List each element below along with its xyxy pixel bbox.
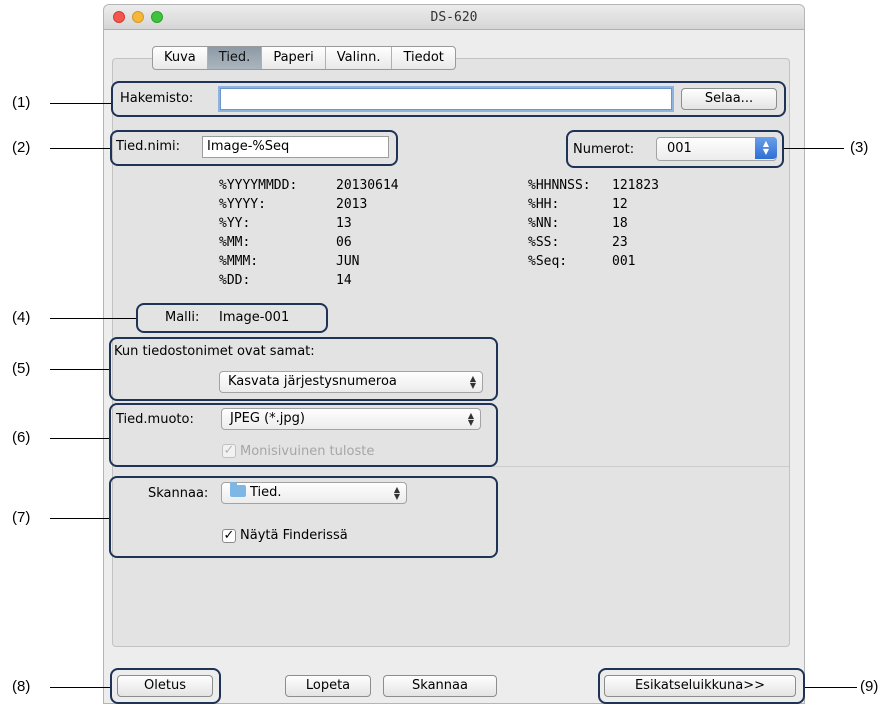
token-key: %YYYY: <box>219 197 266 212</box>
scan-button[interactable]: Skannaa <box>383 675 497 697</box>
format-label: Tied.muoto: <box>116 412 194 427</box>
folder-icon <box>230 482 246 497</box>
scan-to-value: Tied. <box>250 485 282 500</box>
callout-number: (5) <box>12 360 31 377</box>
filename-input[interactable]: Image-%Seq <box>202 136 389 158</box>
token-key: %DD: <box>219 273 251 288</box>
updown-arrows-icon: ▲ ▼ <box>393 485 400 501</box>
callout-leader <box>50 518 109 519</box>
browse-button[interactable]: Selaa... <box>681 88 777 110</box>
tab-kuva[interactable]: Kuva <box>153 47 208 69</box>
duplicate-select[interactable]: Kasvata järjestysnumeroa ▲ ▼ <box>219 371 483 393</box>
tab-paperi[interactable]: Paperi <box>262 47 326 69</box>
token-value: 121823 <box>612 178 659 193</box>
show-in-finder-checkbox[interactable]: ✓ <box>222 529 236 543</box>
token-value: 18 <box>612 216 628 231</box>
token-key: %MMM: <box>219 254 259 269</box>
title-bar[interactable]: DS-620 <box>104 5 804 30</box>
callout-leader <box>784 148 844 149</box>
callout-number: (4) <box>12 309 31 326</box>
callout-leader <box>50 687 110 688</box>
callout-number: (6) <box>12 429 31 446</box>
quit-button[interactable]: Lopeta <box>285 675 371 697</box>
callout-leader <box>50 318 136 319</box>
tab-tiedot[interactable]: Tiedot <box>392 47 454 69</box>
callout-leader <box>50 438 109 439</box>
token-value: 13 <box>336 216 352 231</box>
sample-label: Malli: <box>165 310 200 325</box>
digits-stepper-icon[interactable]: ▲ ▼ <box>755 137 777 159</box>
token-key: %NN: <box>528 216 560 231</box>
token-value: 20130614 <box>336 178 399 193</box>
scan-to-label: Skannaa: <box>148 486 209 501</box>
window-title: DS-620 <box>430 10 478 25</box>
callout-number: (3) <box>850 139 869 156</box>
token-key: %HHNNSS: <box>528 178 591 193</box>
token-value: 12 <box>612 197 628 212</box>
token-key: %YYYYMMDD: <box>219 178 298 193</box>
digits-label: Numerot: <box>573 142 635 157</box>
callout-number: (7) <box>12 509 31 526</box>
preview-button[interactable]: Esikatseluikkuna>> <box>604 675 796 697</box>
digits-select[interactable]: 001 ▲ ▼ <box>656 137 777 161</box>
callout-number: (2) <box>12 139 31 156</box>
folder-input[interactable] <box>220 88 672 110</box>
updown-arrows-icon: ▲ ▼ <box>469 374 476 390</box>
scan-to-select[interactable]: Tied. ▲ ▼ <box>221 482 407 504</box>
callout-leader <box>50 369 109 370</box>
tab-bar: Kuva Tied. Paperi Valinn. Tiedot <box>152 46 456 70</box>
callout-number: (8) <box>12 678 31 695</box>
token-key: %MM: <box>219 235 251 250</box>
format-select[interactable]: JPEG (*.jpg) ▲ ▼ <box>221 408 481 430</box>
token-key: %Seq: <box>528 254 568 269</box>
sample-value: Image-001 <box>219 310 290 325</box>
token-value: 23 <box>612 235 628 250</box>
token-key: %YY: <box>219 216 251 231</box>
format-value: JPEG (*.jpg) <box>230 411 305 426</box>
duplicate-label: Kun tiedostonimet ovat samat: <box>114 344 315 359</box>
duplicate-value: Kasvata järjestysnumeroa <box>228 374 397 389</box>
token-value: 2013 <box>336 197 368 212</box>
callout-leader <box>805 687 857 688</box>
tab-valinn[interactable]: Valinn. <box>326 47 393 69</box>
token-value: 06 <box>336 235 352 250</box>
token-value: 001 <box>612 254 636 269</box>
updown-arrows-icon: ▲ ▼ <box>467 411 474 427</box>
callout-leader <box>50 103 111 104</box>
default-button[interactable]: Oletus <box>117 675 213 697</box>
show-in-finder-label: Näytä Finderissä <box>240 528 348 543</box>
callout-leader <box>50 148 110 149</box>
multipage-label: Monisivuinen tuloste <box>240 444 375 459</box>
folder-label: Hakemisto: <box>120 91 194 106</box>
token-value: JUN <box>336 254 360 269</box>
callout-number: (9) <box>860 678 879 695</box>
multipage-checkbox[interactable]: ✓ <box>222 444 236 458</box>
callout-number: (1) <box>12 94 31 111</box>
digits-value: 001 <box>667 141 692 156</box>
divider <box>113 466 789 467</box>
token-value: 14 <box>336 273 352 288</box>
token-key: %SS: <box>528 235 560 250</box>
token-key: %HH: <box>528 197 560 212</box>
filename-label: Tied.nimi: <box>116 139 181 154</box>
tab-tied[interactable]: Tied. <box>207 47 263 69</box>
